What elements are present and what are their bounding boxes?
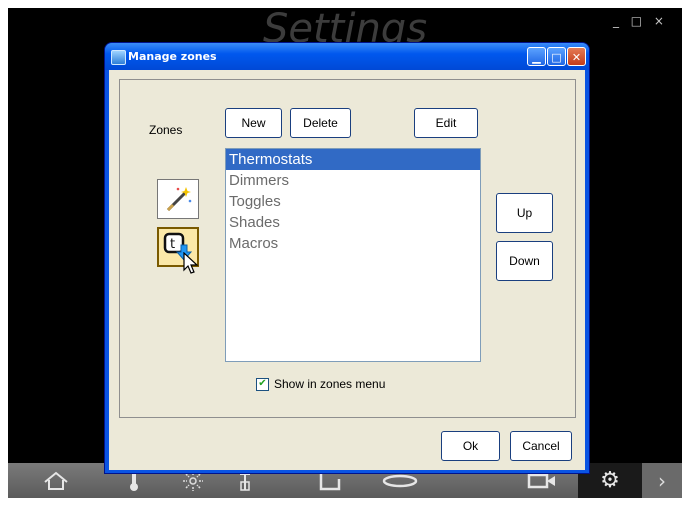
delete-button[interactable]: Delete [290,108,351,138]
ok-button[interactable]: Ok [441,431,500,461]
window-controls[interactable]: _ □ × [613,14,668,28]
show-in-zones-menu-label: Show in zones menu [274,377,386,391]
list-item-toggles[interactable]: Toggles [226,191,480,212]
list-item-macros[interactable]: Macros [226,233,480,254]
new-button[interactable]: New [225,108,282,138]
manage-zones-dialog: Manage zones ▁ □ ✕ Zones New Delete Edit [105,43,589,473]
close-icon[interactable]: ✕ [567,47,586,66]
zones-label: Zones [149,123,183,137]
minimize-icon[interactable]: ▁ [527,47,546,66]
edit-button[interactable]: Edit [414,108,478,138]
list-item-thermostats[interactable]: Thermostats [226,149,480,170]
app-icon [111,50,126,65]
dialog-titlebar[interactable]: Manage zones ▁ □ ✕ [105,43,589,70]
magic-wand-button[interactable] [157,179,199,219]
cancel-button[interactable]: Cancel [510,431,572,461]
list-item-dimmers[interactable]: Dimmers [226,170,480,191]
list-item-shades[interactable]: Shades [226,212,480,233]
up-button[interactable]: Up [496,193,553,233]
zones-listbox[interactable]: Thermostats Dimmers Toggles Shades Macro… [225,148,481,362]
show-in-zones-menu-checkbox[interactable]: ✔ Show in zones menu [256,377,385,391]
checkbox-box[interactable]: ✔ [256,377,269,391]
dialog-client-area: Zones New Delete Edit t Thermostats Dimm… [109,70,585,470]
svg-text:t: t [170,237,175,252]
down-button[interactable]: Down [496,241,553,281]
maximize-icon[interactable]: □ [547,47,566,66]
dialog-title: Manage zones [128,50,217,63]
magic-wand-icon [166,187,192,212]
home-icon[interactable] [36,463,76,498]
next-icon[interactable]: › [642,463,682,498]
mouse-cursor-icon [183,252,199,274]
zones-groupbox: Zones New Delete Edit t Thermostats Dimm… [119,79,576,418]
